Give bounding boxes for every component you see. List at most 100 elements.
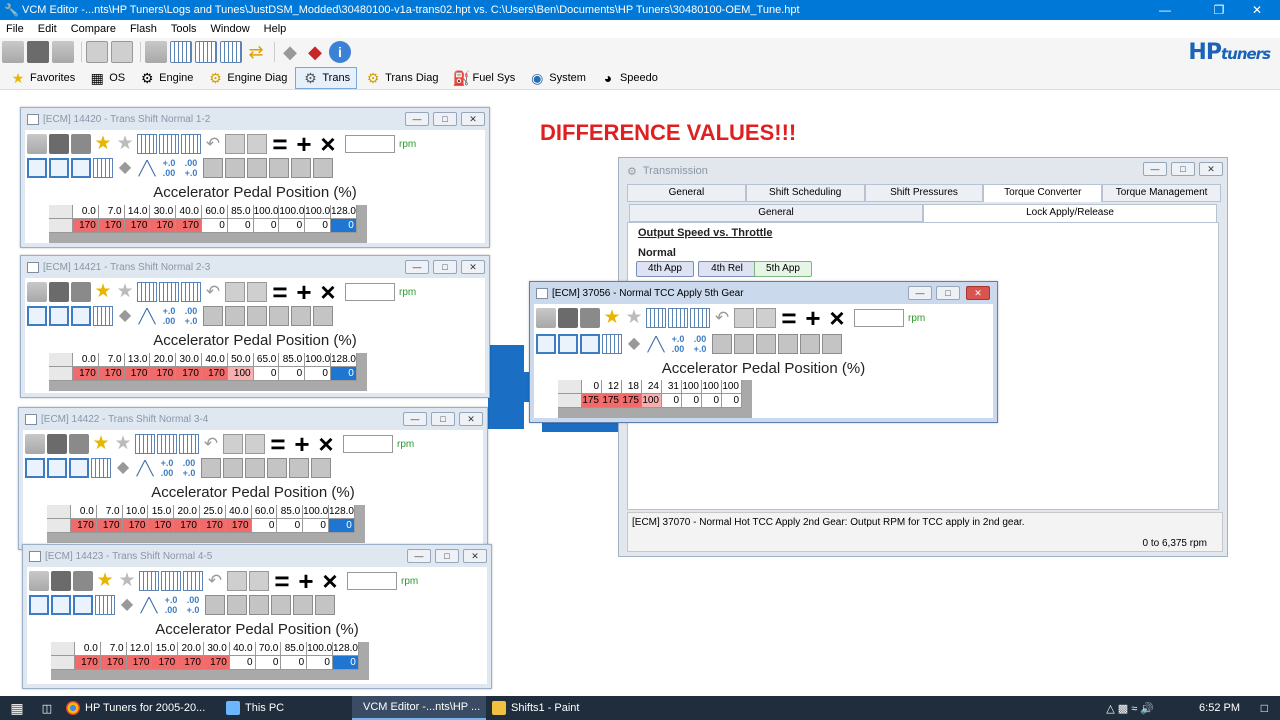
favorites-folder-icon[interactable] (145, 41, 167, 63)
export-icon[interactable] (822, 334, 842, 354)
table-cell[interactable]: 0 (307, 656, 333, 670)
favorite-star-icon[interactable]: ★ (602, 308, 622, 328)
close-button[interactable]: ✕ (461, 260, 485, 274)
open-compare-icon[interactable] (52, 41, 74, 63)
paste-icon[interactable] (247, 282, 267, 302)
nav-engine-diag[interactable]: ⚙ Engine Diag (201, 67, 293, 89)
save-icon[interactable] (49, 134, 69, 154)
table-icon[interactable] (135, 434, 155, 454)
maximize-button[interactable]: □ (431, 412, 455, 426)
table-cell[interactable]: 170 (176, 219, 202, 233)
minimize-button[interactable]: — (405, 260, 429, 274)
swap-icon[interactable]: ⇄ (245, 41, 267, 63)
table-cell[interactable]: 170 (71, 519, 97, 533)
interpolate-vertical-icon[interactable] (756, 334, 776, 354)
print-icon[interactable] (69, 434, 89, 454)
table-cell[interactable]: 170 (73, 219, 99, 233)
decimal-decrease-icon[interactable]: +.0 .00 (161, 595, 181, 615)
table-icon[interactable] (137, 134, 157, 154)
minimize-button[interactable]: — (1143, 162, 1167, 176)
column-header[interactable]: 30.0 (176, 353, 202, 367)
layout-horizontal-icon[interactable] (47, 458, 67, 478)
layout-single-icon[interactable] (27, 306, 47, 326)
paste-icon[interactable] (249, 571, 269, 591)
table-cell[interactable]: 170 (178, 656, 204, 670)
copy-icon[interactable] (223, 434, 243, 454)
layout-single-icon[interactable] (27, 158, 47, 178)
layout-vertical-icon[interactable] (73, 595, 93, 615)
taskbar-app-chrome[interactable]: HP Tuners for 2005-20... (60, 696, 220, 720)
table-diff-icon[interactable] (220, 41, 242, 63)
equals-icon[interactable]: = (271, 568, 293, 594)
nav-engine[interactable]: ⚙ Engine (133, 67, 199, 89)
minimize-button[interactable]: — (403, 412, 427, 426)
undo-icon[interactable]: ↶ (205, 571, 225, 591)
decimal-increase-icon[interactable]: .00 +.0 (181, 158, 201, 178)
table-diff-icon[interactable] (181, 282, 201, 302)
table-cell[interactable]: 0 (722, 394, 742, 408)
grid-view-icon[interactable] (95, 595, 115, 615)
column-header[interactable]: 40.0 (229, 642, 256, 656)
smooth-icon[interactable] (205, 595, 225, 615)
notifications-icon[interactable]: □ (1261, 701, 1268, 715)
column-header[interactable]: 25.0 (199, 505, 226, 519)
table-compare-icon[interactable] (161, 571, 181, 591)
operation-value-input[interactable] (347, 572, 397, 590)
clip-icon[interactable] (291, 306, 311, 326)
taskbar-app-paint[interactable]: Shifts1 - Paint (486, 696, 616, 720)
layout-vertical-icon[interactable] (580, 334, 600, 354)
column-header[interactable]: 60.0 (201, 205, 228, 219)
interpolate-horizontal-icon[interactable] (734, 334, 754, 354)
tcc-apply-window[interactable]: [ECM] 37056 - Normal TCC Apply 5th Gear —… (529, 281, 998, 423)
column-header[interactable]: 7.0 (100, 642, 127, 656)
column-header[interactable]: 100.0 (305, 205, 331, 219)
multiply-icon[interactable]: × (317, 279, 339, 305)
graph-icon[interactable]: ╱╲ (135, 458, 155, 478)
column-header[interactable]: 0 (582, 380, 602, 394)
paste-icon[interactable] (756, 308, 776, 328)
operation-value-input[interactable] (343, 435, 393, 453)
table-cell[interactable]: 0 (330, 367, 357, 381)
nav-favorites[interactable]: ★ Favorites (4, 67, 81, 89)
table-cell[interactable]: 0 (702, 394, 722, 408)
fill-icon[interactable] (778, 334, 798, 354)
print-icon[interactable] (73, 571, 93, 591)
column-header[interactable]: 15.0 (152, 642, 179, 656)
decimal-decrease-icon[interactable]: +.0 .00 (157, 458, 177, 478)
maximize-button[interactable]: □ (433, 260, 457, 274)
table-cell[interactable]: 170 (199, 519, 226, 533)
open-icon[interactable] (25, 434, 45, 454)
column-header[interactable]: 70.0 (255, 642, 282, 656)
save-icon[interactable] (558, 308, 578, 328)
nav-trans[interactable]: ⚙ Trans (295, 66, 358, 89)
table-cell[interactable]: 170 (152, 656, 179, 670)
table-cell[interactable]: 170 (75, 656, 101, 670)
close-button[interactable]: ✕ (966, 286, 990, 300)
column-header[interactable]: 18 (622, 380, 642, 394)
eraser-icon[interactable]: ◆ (279, 41, 301, 63)
print-icon[interactable] (71, 134, 91, 154)
plus-icon[interactable]: + (802, 305, 824, 331)
copy-icon[interactable] (225, 134, 245, 154)
grid-view-icon[interactable] (602, 334, 622, 354)
table-compare-icon[interactable] (159, 282, 179, 302)
table-cell[interactable]: 170 (201, 367, 228, 381)
column-header[interactable]: 85.0 (281, 642, 308, 656)
multiply-icon[interactable]: × (826, 305, 848, 331)
tray-icons[interactable]: △ ▩ ≈ 🔊 (1106, 702, 1154, 715)
table-icon[interactable] (139, 571, 159, 591)
close-button[interactable]: ✕ (1199, 162, 1223, 176)
decimal-increase-icon[interactable]: .00 +.0 (183, 595, 203, 615)
column-header[interactable]: 31 (662, 380, 682, 394)
table-icon[interactable] (137, 282, 157, 302)
column-header[interactable]: 128.0 (330, 353, 357, 367)
table-cell[interactable]: 0 (682, 394, 702, 408)
layout-horizontal-icon[interactable] (49, 306, 69, 326)
table-cell[interactable]: 170 (98, 219, 125, 233)
clip-icon[interactable] (289, 458, 309, 478)
table-compare-icon[interactable] (195, 41, 217, 63)
column-header[interactable]: 40.0 (201, 353, 228, 367)
open-folder-icon[interactable] (2, 41, 24, 63)
interpolate-vertical-icon[interactable] (245, 458, 265, 478)
graph-icon[interactable]: ╱╲ (137, 306, 157, 326)
